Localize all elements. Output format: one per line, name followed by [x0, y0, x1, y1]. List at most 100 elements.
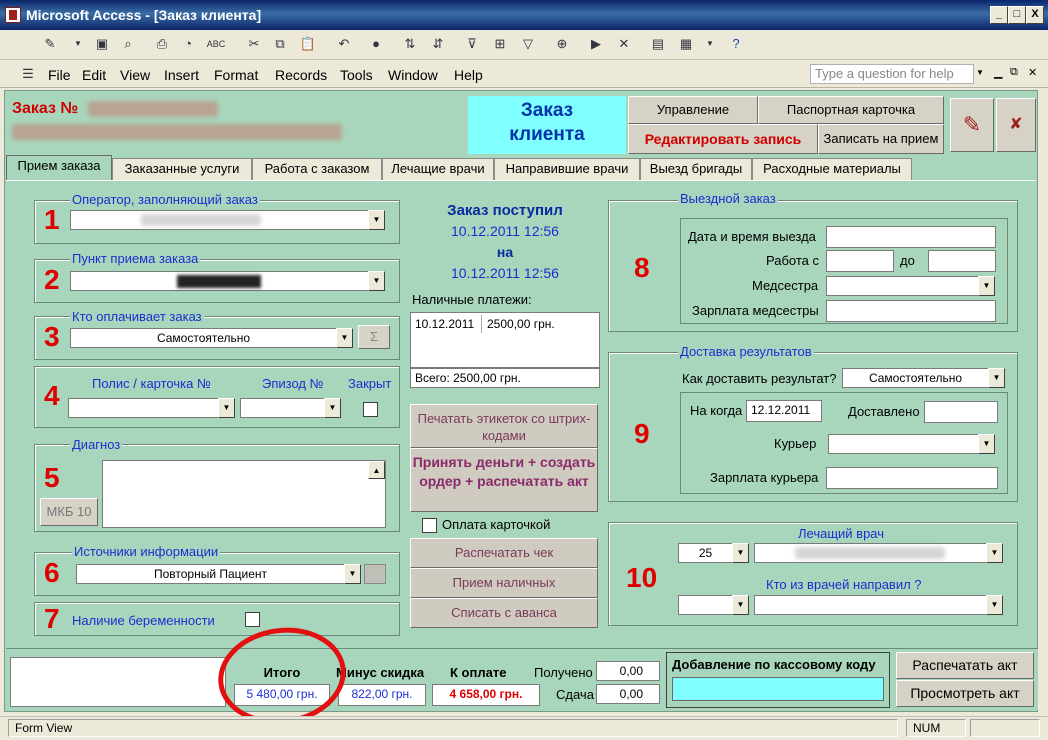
print-icon[interactable]: ⎙	[152, 34, 172, 54]
design-view-dropdown-icon[interactable]: ▼	[68, 34, 88, 54]
save-icon[interactable]: ▣	[92, 34, 112, 54]
doctor-name-select[interactable]	[754, 543, 986, 563]
help-dropdown-icon[interactable]: ▼	[976, 68, 984, 77]
menu-tools[interactable]: Tools	[340, 67, 373, 83]
chevron-down-icon[interactable]: ▼	[368, 210, 385, 230]
chevron-down-icon[interactable]: ▼	[988, 368, 1005, 388]
close-form-icon[interactable]: ✘	[996, 98, 1036, 152]
visit-datetime-input[interactable]	[826, 226, 996, 248]
work-to-input[interactable]	[928, 250, 996, 272]
policy-select[interactable]	[68, 398, 218, 418]
menu-insert[interactable]: Insert	[164, 67, 199, 83]
notes-box[interactable]	[10, 657, 226, 707]
copy-icon[interactable]: ⧉	[270, 34, 290, 54]
doc-minimize-icon[interactable]: ▁	[994, 66, 1002, 79]
chevron-down-icon[interactable]: ▼	[978, 276, 995, 296]
referring-doctor-select[interactable]	[754, 595, 986, 615]
chevron-down-icon[interactable]: ▼	[986, 595, 1003, 615]
tab-attending-doctors[interactable]: Лечащие врачи	[382, 158, 494, 180]
menu-window[interactable]: Window	[388, 67, 438, 83]
payer-select[interactable]: Самостоятельно	[70, 328, 336, 348]
delivery-how-select[interactable]: Самостоятельно	[842, 368, 988, 388]
courier-select[interactable]	[828, 434, 978, 454]
chevron-down-icon[interactable]: ▼	[218, 398, 235, 418]
chevron-down-icon[interactable]: ▼	[986, 543, 1003, 563]
mkb10-button[interactable]: МКБ 10	[40, 498, 98, 526]
menu-help[interactable]: Help	[454, 67, 483, 83]
operator-select[interactable]	[70, 210, 368, 230]
chevron-down-icon[interactable]: ▼	[732, 595, 749, 615]
passport-card-button[interactable]: Паспортная карточка	[758, 96, 944, 124]
menu-file[interactable]: File	[48, 67, 71, 83]
diagnosis-textarea[interactable]	[102, 460, 386, 528]
chevron-down-icon[interactable]: ▼	[324, 398, 341, 418]
doctor-code-select[interactable]: 25	[678, 543, 732, 563]
point-select[interactable]	[70, 271, 368, 291]
view-act-button[interactable]: Просмотреть акт	[896, 680, 1034, 707]
chevron-down-icon[interactable]: ▼	[732, 543, 749, 563]
delivery-when-input[interactable]: 12.12.2011	[746, 400, 822, 422]
cut-icon[interactable]: ✂	[244, 34, 264, 54]
received-input[interactable]: 0,00	[596, 661, 660, 681]
hyperlink-icon[interactable]: ●	[366, 34, 386, 54]
sigma-button[interactable]: Σ	[358, 325, 390, 349]
record-edit-icon[interactable]: ✎	[950, 98, 994, 152]
sources-select[interactable]: Повторный Пациент	[76, 564, 344, 584]
chevron-down-icon[interactable]: ▼	[344, 564, 361, 584]
referring-code-select[interactable]	[678, 595, 732, 615]
tab-consumables[interactable]: Расходные материалы	[752, 158, 912, 180]
cash-receipt-button[interactable]: Прием наличных	[410, 568, 598, 598]
card-payment-checkbox[interactable]	[422, 518, 437, 533]
close-button[interactable]: X	[1026, 6, 1044, 24]
pregnancy-checkbox[interactable]	[245, 612, 260, 627]
menu-view[interactable]: View	[120, 67, 150, 83]
sort-descending-icon[interactable]: ⇵	[428, 34, 448, 54]
menu-format[interactable]: Format	[214, 67, 258, 83]
sort-ascending-icon[interactable]: ⇅	[400, 34, 420, 54]
database-window-icon[interactable]: ▤	[648, 34, 668, 54]
delete-record-icon[interactable]: ✕	[614, 34, 634, 54]
find-icon[interactable]: ⊕	[552, 34, 572, 54]
file-search-icon[interactable]: ⌕	[118, 34, 138, 54]
cash-code-input[interactable]	[672, 677, 884, 701]
chevron-down-icon[interactable]: ▼	[978, 434, 995, 454]
edit-record-button[interactable]: Редактировать запись	[628, 124, 818, 154]
filter-by-selection-icon[interactable]: ⊽	[462, 34, 482, 54]
print-barcode-labels-button[interactable]: Печатать этикеток со штрих-кодами	[410, 404, 598, 448]
print-preview-icon[interactable]: ◔	[178, 34, 198, 54]
chevron-down-icon[interactable]: ▼	[336, 328, 353, 348]
cash-payments-list[interactable]: 10.12.2011 2500,00 грн.	[410, 312, 600, 368]
apply-filter-icon[interactable]: ▽	[518, 34, 538, 54]
maximize-button[interactable]: □	[1008, 6, 1026, 24]
doc-close-icon[interactable]: ✕	[1028, 66, 1037, 79]
print-act-button[interactable]: Распечатать акт	[896, 652, 1034, 679]
menu-edit[interactable]: Edit	[82, 67, 106, 83]
tab-order-work[interactable]: Работа с заказом	[252, 158, 382, 180]
help-icon[interactable]: ?	[726, 34, 746, 54]
accept-money-button[interactable]: Принять деньги + создать ордер + распеча…	[410, 448, 598, 512]
manage-button[interactable]: Управление	[628, 96, 758, 124]
paste-icon[interactable]: 📋	[298, 34, 318, 54]
scroll-up-icon[interactable]: ▲	[368, 461, 385, 479]
menu-records[interactable]: Records	[275, 67, 327, 83]
tab-ordered-services[interactable]: Заказанные услуги	[112, 158, 252, 180]
episode-select[interactable]	[240, 398, 324, 418]
nurse-salary-input[interactable]	[826, 300, 996, 322]
new-object-icon[interactable]: ▦	[676, 34, 696, 54]
work-from-input[interactable]	[826, 250, 894, 272]
minimize-button[interactable]: _	[990, 6, 1008, 24]
spelling-icon[interactable]: ABC	[206, 34, 226, 54]
new-record-icon[interactable]: ▶	[586, 34, 606, 54]
filter-by-form-icon[interactable]: ⊞	[490, 34, 510, 54]
write-off-advance-button[interactable]: Списать с аванса	[410, 598, 598, 628]
delivered-input[interactable]	[924, 401, 998, 423]
closed-checkbox[interactable]	[363, 402, 378, 417]
nurse-select[interactable]	[826, 276, 978, 296]
doc-restore-icon[interactable]: ⧉	[1010, 66, 1018, 79]
tab-referring-doctors[interactable]: Направившие врачи	[494, 158, 640, 180]
tab-order-intake[interactable]: Прием заказа	[6, 155, 112, 181]
undo-icon[interactable]: ↶	[334, 34, 354, 54]
courier-salary-input[interactable]	[826, 467, 998, 489]
help-question-input[interactable]: Type a question for help	[810, 64, 974, 84]
new-object-dropdown-icon[interactable]: ▼	[700, 34, 720, 54]
